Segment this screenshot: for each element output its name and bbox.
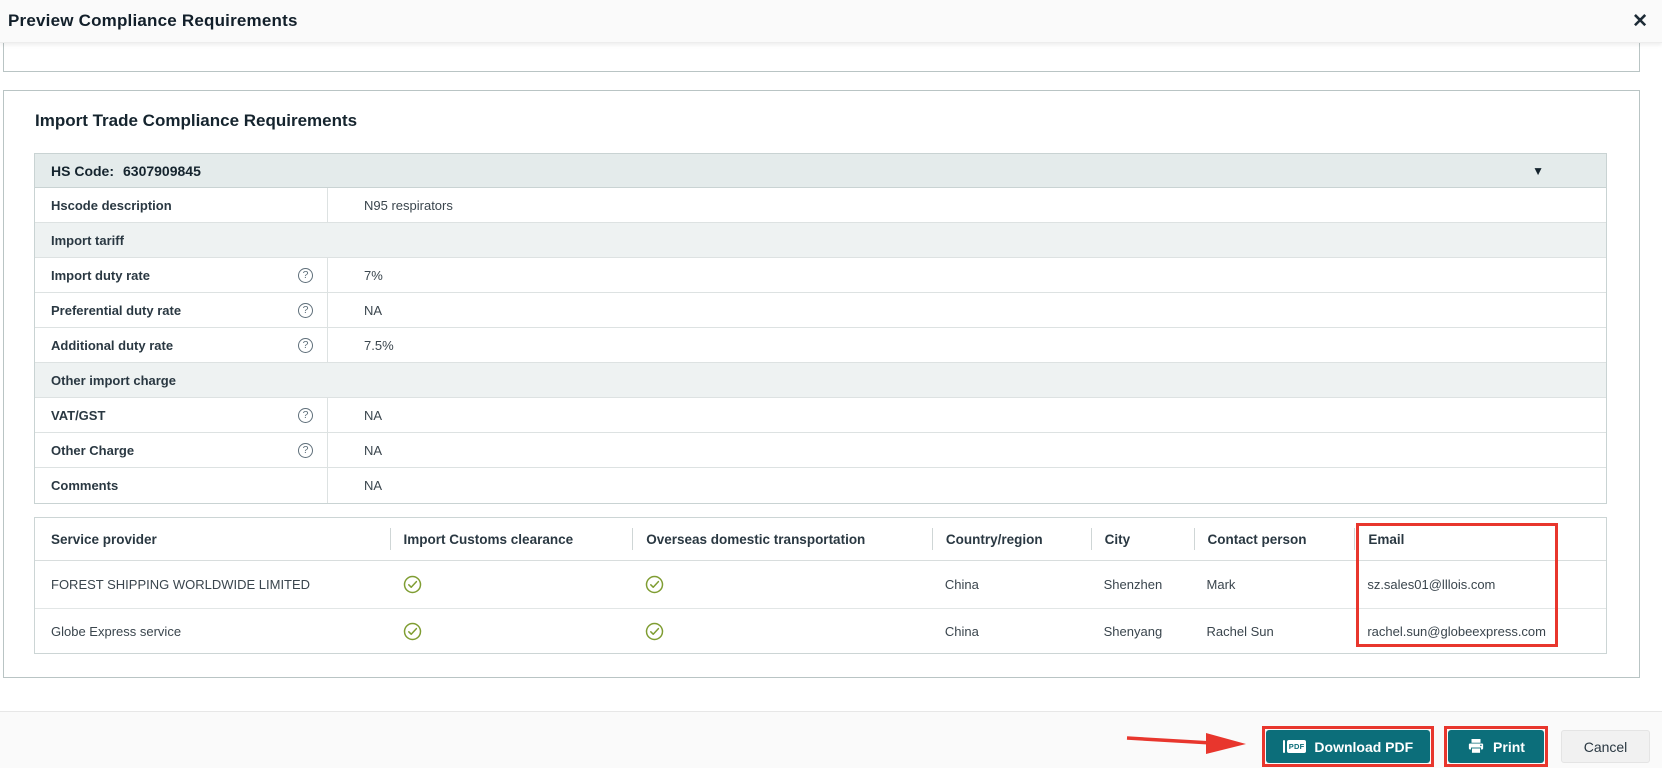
column-header: Overseas domestic transportation <box>632 528 932 550</box>
section-row-label: Import tariff <box>51 232 124 248</box>
cancel-button[interactable]: Cancel <box>1561 730 1650 763</box>
hs-code-header-bar[interactable]: HS Code: 6307909845 ▼ <box>35 154 1606 188</box>
close-icon[interactable]: ✕ <box>1632 12 1648 31</box>
help-icon[interactable]: ? <box>298 267 313 283</box>
table-row: Other Charge ? NA <box>35 433 1606 468</box>
print-button[interactable]: Print <box>1448 730 1544 763</box>
contact-cell: Mark <box>1206 577 1236 592</box>
contact-cell: Rachel Sun <box>1206 623 1274 639</box>
table-row: FOREST SHIPPING WORLDWIDE LIMITED China … <box>35 561 1606 609</box>
table-row: Additional duty rate ? 7.5% <box>35 328 1606 363</box>
column-header: Import Customs clearance <box>389 528 633 550</box>
row-label: Other Charge <box>51 442 135 458</box>
table-section-row: Other import charge <box>35 363 1606 398</box>
preview-compliance-modal: Preview Compliance Requirements ✕ Import… <box>0 0 1662 768</box>
modal-header: Preview Compliance Requirements ✕ <box>0 0 1662 43</box>
section-heading: Import Trade Compliance Requirements <box>35 111 358 130</box>
check-circle-icon <box>403 622 421 640</box>
row-value: NA <box>364 407 383 423</box>
provider-name: Globe Express service <box>51 623 182 639</box>
row-label: VAT/GST <box>51 407 106 423</box>
column-header: Country/region <box>931 528 1091 550</box>
import-compliance-panel: Import Trade Compliance Requirements HS … <box>3 90 1640 678</box>
chevron-down-icon[interactable]: ▼ <box>1532 164 1544 178</box>
section-row-label: Other import charge <box>51 372 176 388</box>
country-cell: China <box>944 623 979 639</box>
country-cell: China <box>944 577 979 592</box>
row-label: Hscode description <box>51 197 172 213</box>
row-value: 7.5% <box>364 337 394 353</box>
table-row: Preferential duty rate ? NA <box>35 293 1606 328</box>
row-value: NA <box>364 442 383 458</box>
table-row: Comments NA <box>35 468 1606 503</box>
column-header: City <box>1090 528 1194 550</box>
column-header: Email <box>1354 528 1606 550</box>
hs-code-text: HS Code: 6307909845 <box>51 163 201 179</box>
download-pdf-button[interactable]: PDF Download PDF <box>1266 730 1430 763</box>
city-cell: Shenyang <box>1103 623 1163 639</box>
city-cell: Shenzhen <box>1103 577 1163 592</box>
help-icon[interactable]: ? <box>298 442 313 458</box>
row-value: 7% <box>364 267 383 283</box>
row-value: NA <box>364 478 383 493</box>
scrolled-panel-remnant <box>3 40 1640 72</box>
cancel-label: Cancel <box>1583 738 1628 755</box>
row-label: Comments <box>51 478 119 493</box>
hs-code-value: 6307909845 <box>123 162 201 179</box>
help-icon[interactable]: ? <box>298 337 313 353</box>
row-value: N95 respirators <box>364 197 453 213</box>
check-circle-icon <box>645 575 664 594</box>
check-circle-icon <box>403 575 421 594</box>
pdf-icon: PDF <box>1282 739 1307 754</box>
check-circle-icon <box>645 622 664 640</box>
email-cell: rachel.sun@globeexpress.com <box>1367 623 1546 639</box>
column-header: Contact person <box>1193 528 1355 550</box>
service-providers-table: Service provider Import Customs clearanc… <box>34 517 1607 654</box>
print-label: Print <box>1493 738 1525 755</box>
table-row: VAT/GST ? NA <box>35 398 1606 433</box>
help-icon[interactable]: ? <box>298 407 313 423</box>
table-row: Globe Express service China Shenyang Rac… <box>35 609 1606 653</box>
table-row: Import duty rate ? 7% <box>35 258 1606 293</box>
table-row: Hscode description N95 respirators <box>35 188 1606 223</box>
table-section-row: Import tariff <box>35 223 1606 258</box>
column-header: Service provider <box>51 531 157 547</box>
row-label: Preferential duty rate <box>51 302 182 318</box>
help-icon[interactable]: ? <box>298 302 313 318</box>
table-header-row: Service provider Import Customs clearanc… <box>35 518 1606 561</box>
provider-name: FOREST SHIPPING WORLDWIDE LIMITED <box>51 577 311 592</box>
email-cell: sz.sales01@lllois.com <box>1367 577 1496 592</box>
hs-code-label: HS Code: <box>51 162 114 179</box>
printer-icon <box>1468 739 1484 754</box>
row-label: Additional duty rate <box>51 337 174 353</box>
row-value: NA <box>364 302 383 318</box>
download-pdf-label: Download PDF <box>1314 738 1414 755</box>
hs-code-table: HS Code: 6307909845 ▼ Hscode description … <box>34 153 1607 504</box>
row-label: Import duty rate <box>51 267 150 283</box>
page-title: Preview Compliance Requirements <box>8 11 298 30</box>
